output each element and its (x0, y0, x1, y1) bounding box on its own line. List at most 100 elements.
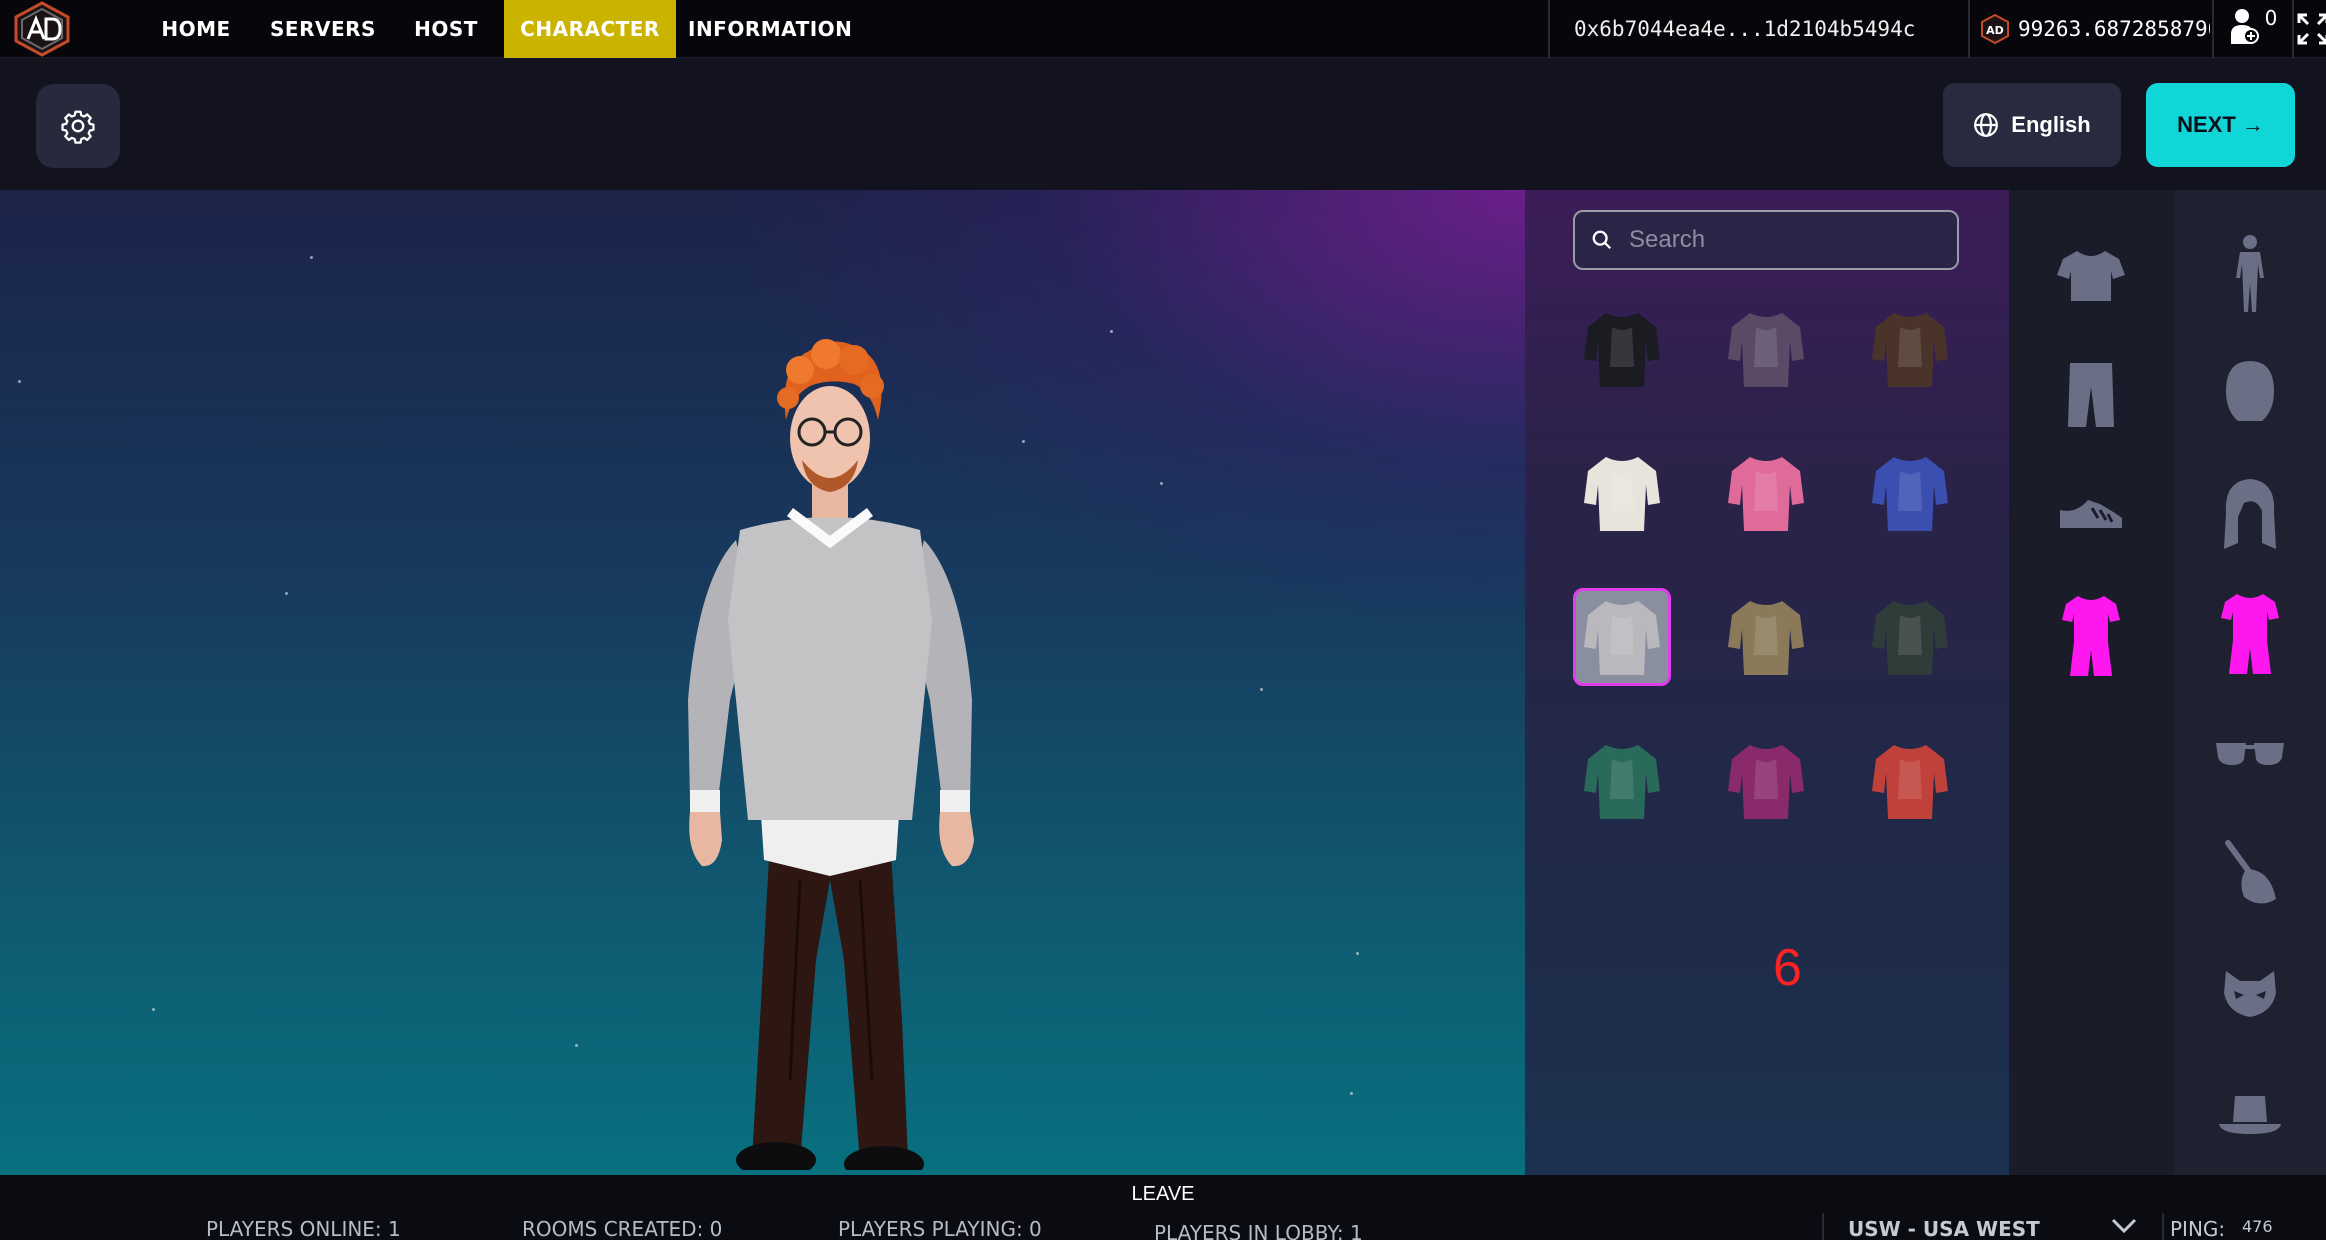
page-number: 6 (1773, 939, 1802, 997)
category-head[interactable] (2210, 354, 2290, 434)
user-count-area[interactable]: 0 (2212, 0, 2294, 58)
search-box[interactable] (1573, 210, 1959, 270)
svg-text:AD: AD (1986, 24, 2004, 37)
nav-servers[interactable]: SERVERS (258, 0, 388, 58)
nav-home[interactable]: HOME (134, 0, 258, 58)
item-grid (1573, 300, 1973, 830)
item-tile-green-armor-suit[interactable] (1573, 732, 1671, 830)
item-tile-grey-sweater[interactable] (1573, 588, 1671, 686)
shirt-icon (2057, 251, 2125, 301)
item-thumbnail-black-tshirt (1584, 313, 1660, 387)
category-body[interactable] (2210, 234, 2290, 314)
globe-icon (1974, 113, 1999, 137)
appearance-category-column (2174, 190, 2326, 1175)
makeup-brush-icon (2225, 840, 2276, 904)
star (285, 592, 288, 595)
item-thumbnail-green-armor-top (1728, 313, 1804, 387)
next-button[interactable]: NEXT → (2146, 83, 2295, 167)
item-thumbnail-green-armor-suit (1584, 745, 1660, 819)
players-in-lobby: PLAYERS IN LOBBY: 1 (1154, 1221, 1363, 1240)
language-button[interactable]: English (1943, 83, 2121, 167)
outfit-icon (2062, 596, 2120, 676)
category-shoes[interactable] (2051, 476, 2131, 556)
players-online: PLAYERS ONLINE: 1 (206, 1217, 401, 1240)
top-navigation-bar: HOME SERVERS HOST CHARACTER INFORMATION … (0, 0, 2326, 58)
hair-icon (2224, 479, 2276, 549)
nav-character[interactable]: CHARACTER (504, 0, 676, 58)
category-hair[interactable] (2210, 474, 2290, 554)
ping-label: PING: (2170, 1217, 2226, 1240)
star (152, 1008, 155, 1011)
region-label: USW - USA WEST (1848, 1217, 2040, 1240)
star (1260, 688, 1263, 691)
category-outfit[interactable] (2051, 596, 2131, 676)
logo-icon (14, 1, 70, 57)
item-tile-pink-heart-costume[interactable] (1717, 444, 1815, 542)
category-glasses[interactable] (2210, 714, 2290, 794)
language-label: English (2011, 112, 2091, 137)
balance-amount: 99263.6872858796 (2018, 17, 2210, 41)
region-select[interactable]: USW - USA WEST (1822, 1213, 2164, 1240)
settings-button[interactable] (36, 84, 120, 168)
user-count: 0 (2264, 6, 2278, 30)
next-label: NEXT → (2177, 112, 2264, 137)
chevron-down-icon (2111, 1218, 2137, 1234)
character-preview[interactable] (0, 190, 1525, 1175)
main-nav: HOME SERVERS HOST CHARACTER INFORMATION (134, 0, 852, 58)
wallet-address[interactable]: 0x6b7044ea4e...1d2104b5494c (1548, 0, 1970, 58)
category-mask[interactable] (2210, 954, 2290, 1034)
head-icon (2226, 361, 2274, 421)
pants-icon (2068, 363, 2114, 427)
mask-icon (2224, 971, 2276, 1017)
item-tile-khaki-adventurer-top[interactable] (1717, 588, 1815, 686)
rooms-created: ROOMS CREATED: 0 (522, 1217, 723, 1240)
item-tile-red-vest[interactable] (1861, 732, 1959, 830)
star (18, 380, 21, 383)
search-icon (1592, 230, 1612, 250)
hat-icon (2219, 1096, 2281, 1134)
item-thumbnail-brown-leather-top (1872, 313, 1948, 387)
fullscreen-icon[interactable] (2296, 12, 2326, 46)
item-tile-brown-leather-top[interactable] (1861, 300, 1959, 398)
item-thumbnail-blue-fur-costume (1872, 457, 1948, 531)
item-tile-green-armor-top[interactable] (1717, 300, 1815, 398)
item-thumbnail-grey-sweater (1584, 601, 1660, 675)
category-outfit-active[interactable] (2210, 594, 2290, 674)
item-tile-magenta-feather-top[interactable] (1717, 732, 1815, 830)
players-playing: PLAYERS PLAYING: 0 (838, 1217, 1042, 1240)
star (310, 256, 313, 259)
star (1356, 952, 1359, 955)
category-tops[interactable] (2051, 236, 2131, 316)
nav-host[interactable]: HOST (388, 0, 504, 58)
category-hat[interactable] (2210, 1074, 2290, 1154)
leave-button[interactable]: LEAVE (1132, 1183, 1195, 1206)
star (1022, 440, 1025, 443)
item-tile-dark-hoodie[interactable] (1861, 588, 1959, 686)
item-thumbnail-magenta-feather-top (1728, 745, 1804, 819)
item-thumbnail-dark-hoodie (1872, 601, 1948, 675)
leave-bar: LEAVE (0, 1175, 2326, 1213)
app-logo[interactable] (8, 0, 76, 58)
token-icon: AD (1981, 14, 2009, 44)
item-tile-black-tshirt[interactable] (1573, 300, 1671, 398)
gear-icon (61, 110, 95, 144)
item-tile-white-gold-armor[interactable] (1573, 444, 1671, 542)
nav-information[interactable]: INFORMATION (676, 0, 852, 58)
star (1160, 482, 1163, 485)
item-thumbnail-khaki-adventurer-top (1728, 601, 1804, 675)
shoe-icon (2060, 500, 2122, 528)
item-panel: 6 (1525, 190, 2009, 1175)
item-tile-blue-fur-costume[interactable] (1861, 444, 1959, 542)
category-bottoms[interactable] (2051, 356, 2131, 436)
user-add-icon (2230, 9, 2259, 44)
ping-value: 476 (2242, 1217, 2273, 1236)
item-thumbnail-pink-heart-costume (1728, 457, 1804, 531)
category-makeup[interactable] (2210, 834, 2290, 914)
star (575, 1044, 578, 1047)
outfit-icon (2221, 594, 2279, 674)
server-status-bar: PLAYERS ONLINE: 1 ROOMS CREATED: 0 PLAYE… (0, 1213, 2326, 1240)
clothing-category-column (2009, 190, 2174, 1175)
search-input[interactable] (1629, 226, 1929, 254)
body-icon (2236, 235, 2264, 312)
star (1350, 1092, 1353, 1095)
